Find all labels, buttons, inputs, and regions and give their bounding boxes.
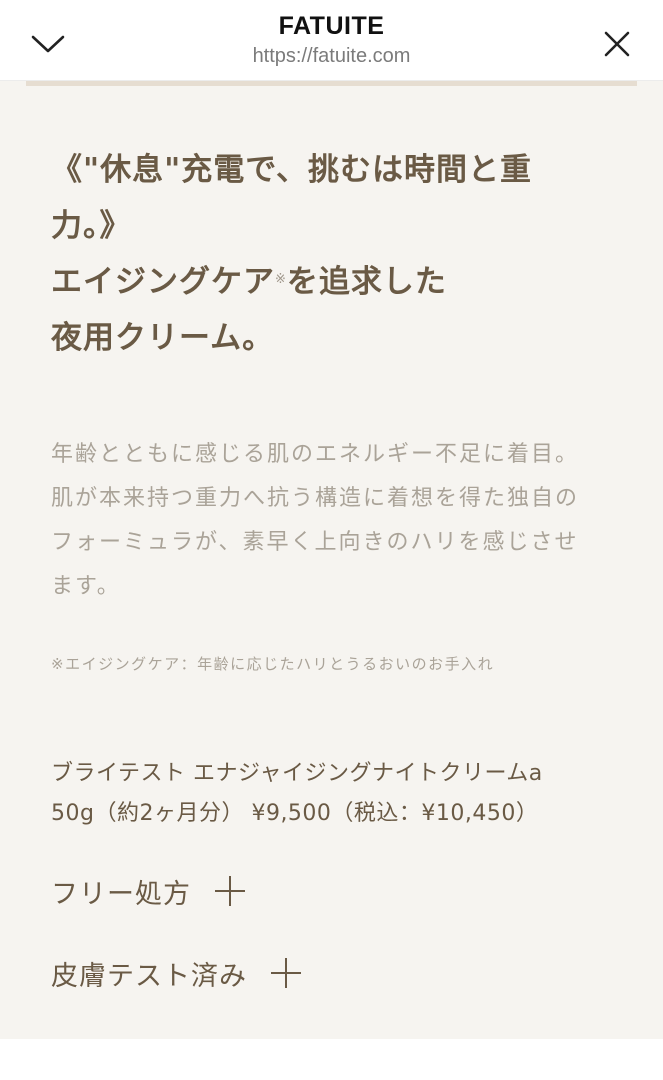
description-line-1: 年齢とともに感じる肌のエネルギー不足に着目。 <box>51 442 580 467</box>
feature-free-formula-toggle[interactable]: フリー処方 <box>51 871 247 911</box>
close-button[interactable] <box>597 24 637 64</box>
headline-line-3b: を追求した <box>286 264 447 300</box>
feature-label: フリー処方 <box>51 878 191 910</box>
product-price: 50g（約2ヶ月分） ¥9,500（税込：¥10,450） <box>51 801 539 826</box>
footnote: ※エイジングケア：年齢に応じたハリとうるおいのお手入れ <box>51 655 495 673</box>
page-content: 《"休息"充電で、挑むは時間と重 力。》 エイジングケア※を追求した 夜用クリー… <box>0 81 663 1039</box>
product-description: 年齢とともに感じる肌のエネルギー不足に着目。 肌が本来持つ重力へ抗う構造に着想を… <box>51 433 621 609</box>
browser-top-bar: FATUITE https://fatuite.com <box>0 0 663 81</box>
feature-label: 皮膚テスト済み <box>51 960 247 992</box>
feature-skin-tested-toggle[interactable]: 皮膚テスト済み <box>51 953 303 993</box>
plus-icon <box>213 874 247 908</box>
headline-line-2: 力。》 <box>51 208 132 244</box>
headline-line-4: 夜用クリーム。 <box>51 320 275 356</box>
product-info: ブライテスト エナジャイジングナイトクリームa 50g（約2ヶ月分） ¥9,50… <box>51 754 641 834</box>
close-icon <box>604 31 630 57</box>
description-line-3: フォーミュラが、素早く上向きのハリを感じさせ <box>51 530 579 555</box>
footnote-mark: ※ <box>275 272 287 287</box>
bottom-bar <box>0 1039 663 1080</box>
page-title: FATUITE <box>278 12 385 40</box>
description-line-2: 肌が本来持つ重力へ抗う構造に着想を得た独自の <box>51 486 580 511</box>
headline-line-3a: エイジングケア <box>51 264 275 300</box>
product-name: ブライテスト エナジャイジングナイトクリームa <box>51 761 543 786</box>
headline-line-1: 《"休息"充電で、挑むは時間と重 <box>51 152 533 188</box>
section-divider <box>26 81 637 86</box>
description-line-4: ます。 <box>51 574 121 599</box>
product-headline: 《"休息"充電で、挑むは時間と重 力。》 エイジングケア※を追求した 夜用クリー… <box>51 142 611 366</box>
plus-icon <box>269 956 303 990</box>
page-url: https://fatuite.com <box>252 45 411 67</box>
